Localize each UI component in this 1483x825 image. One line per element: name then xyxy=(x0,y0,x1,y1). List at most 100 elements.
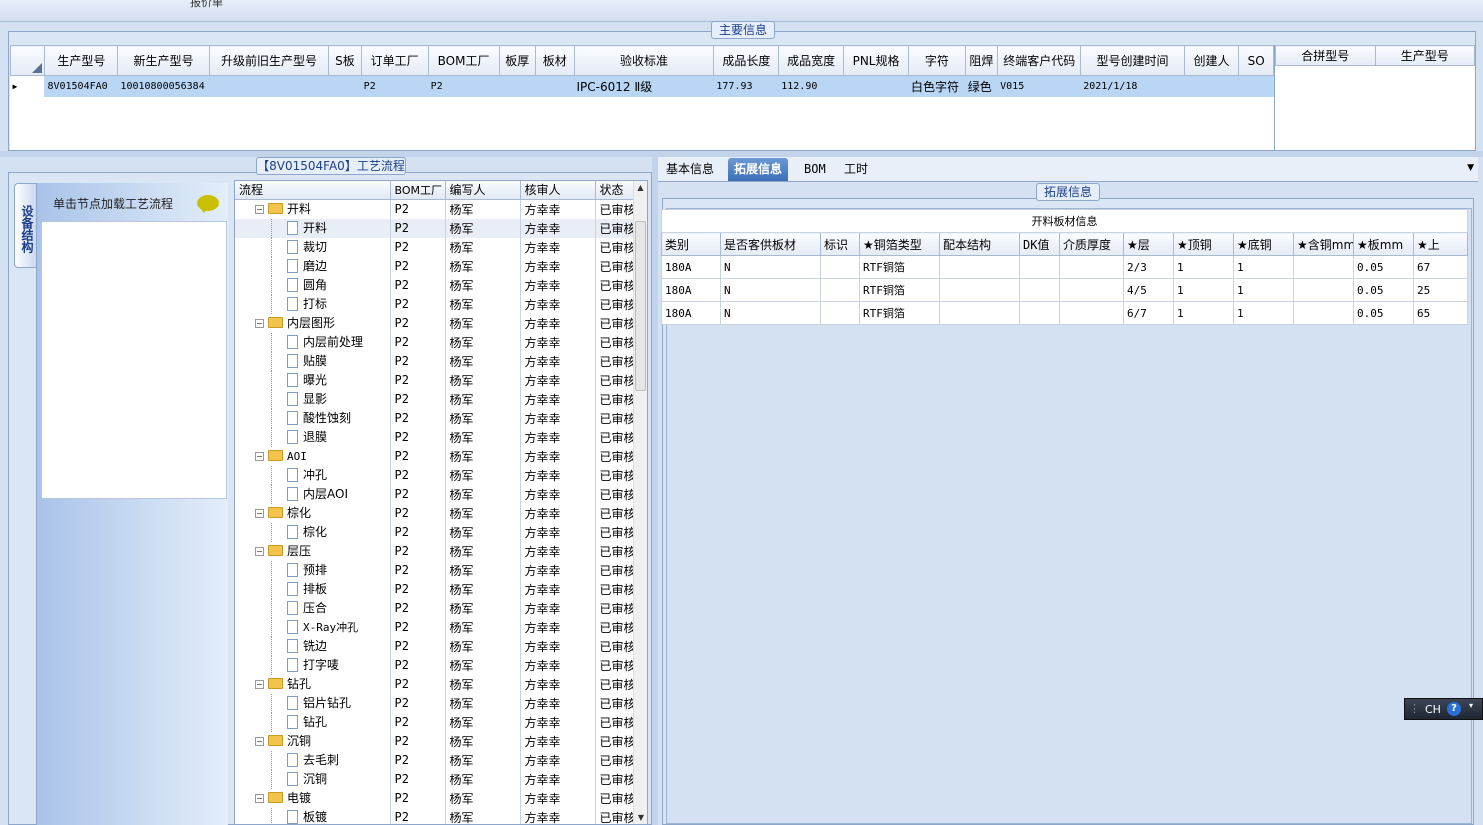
ext-cell[interactable] xyxy=(939,278,1020,302)
tree-row[interactable]: − 内层图形 P2 杨军 方幸幸 已审核 xyxy=(235,313,636,333)
ext-cell[interactable] xyxy=(1059,301,1124,325)
tree-row[interactable]: 钻孔 P2 杨军 方幸幸 已审核 xyxy=(235,712,636,732)
table-row[interactable]: 180A N RTF铜箔 6/7 1 1 0.05 65 xyxy=(661,301,1469,325)
main-cell[interactable] xyxy=(209,75,330,97)
tree-scrollbar[interactable]: ▲ ▼ xyxy=(633,181,647,824)
node-list[interactable] xyxy=(41,221,227,499)
ext-col-header[interactable]: 类别 xyxy=(661,232,721,256)
ext-col-header[interactable]: ★含铜mm xyxy=(1293,232,1354,256)
main-cell[interactable] xyxy=(499,75,537,97)
tree-row[interactable]: 开料 P2 杨军 方幸幸 已审核 xyxy=(235,218,636,238)
main-cell[interactable] xyxy=(535,75,575,97)
ext-cell[interactable]: N xyxy=(720,301,821,325)
production-model-header[interactable]: 生产型号 xyxy=(1374,45,1475,66)
ext-cell[interactable] xyxy=(1293,255,1354,279)
ext-col-header[interactable]: ★铜箔类型 xyxy=(859,232,940,256)
ext-col-header[interactable]: ★顶铜 xyxy=(1173,232,1234,256)
tree-row[interactable]: 裁切 P2 杨军 方幸幸 已审核 xyxy=(235,237,636,257)
ext-cell[interactable]: 67 xyxy=(1412,255,1469,279)
ext-cell[interactable]: 1 xyxy=(1173,301,1234,325)
main-col-header[interactable]: 阻焊 xyxy=(964,45,999,76)
tree-row[interactable]: 去毛刺 P2 杨军 方幸幸 已审核 xyxy=(235,750,636,770)
main-col-header[interactable]: SO xyxy=(1238,45,1274,76)
tree-row[interactable]: 内层前处理 P2 杨军 方幸幸 已审核 xyxy=(235,332,636,352)
main-col-header[interactable]: 新生产型号 xyxy=(117,45,210,76)
col-status[interactable]: 状态 xyxy=(595,181,636,200)
tree-row[interactable]: 沉铜 P2 杨军 方幸幸 已审核 xyxy=(235,769,636,789)
collapse-icon[interactable]: − xyxy=(255,204,264,214)
ime-language[interactable]: CH xyxy=(1425,703,1441,716)
tree-row[interactable]: − 棕化 P2 杨军 方幸幸 已审核 xyxy=(235,503,636,523)
main-cell[interactable]: IPC-6012 Ⅱ级 xyxy=(574,75,715,97)
main-cell[interactable]: 10010800056384 xyxy=(117,75,210,97)
main-col-header[interactable]: 板厚 xyxy=(498,45,537,76)
ext-cell[interactable]: RTF铜箔 xyxy=(859,278,940,302)
tree-row[interactable]: 贴膜 P2 杨军 方幸幸 已审核 xyxy=(235,351,636,371)
tab-dropdown-icon[interactable]: ▼ xyxy=(1467,163,1474,173)
tree-row[interactable]: 板镀 P2 杨军 方幸幸 已审核 xyxy=(235,807,636,824)
table-row[interactable]: 180A N RTF铜箔 4/5 1 1 0.05 25 xyxy=(661,278,1469,302)
tree-row[interactable]: 排板 P2 杨军 方幸幸 已审核 xyxy=(235,579,636,599)
main-cell[interactable]: P2 xyxy=(361,75,429,97)
tree-row[interactable]: 打标 P2 杨军 方幸幸 已审核 xyxy=(235,294,636,314)
main-col-header[interactable]: 型号创建时间 xyxy=(1080,45,1185,76)
vertical-splitter[interactable] xyxy=(652,157,658,825)
ext-cell[interactable]: 25 xyxy=(1412,278,1469,302)
main-col-header[interactable]: 板材 xyxy=(535,45,575,76)
ext-cell[interactable] xyxy=(1019,278,1060,302)
main-col-header[interactable]: 订单工厂 xyxy=(360,45,429,76)
tree-row[interactable]: 圆角 P2 杨军 方幸幸 已审核 xyxy=(235,275,636,295)
tree-row[interactable]: 显影 P2 杨军 方幸幸 已审核 xyxy=(235,389,636,409)
ext-cell[interactable]: 6/7 xyxy=(1123,301,1174,325)
collapse-icon[interactable]: − xyxy=(255,451,264,461)
ext-cell[interactable] xyxy=(1059,278,1124,302)
main-col-header[interactable]: PNL规格 xyxy=(843,45,909,76)
ext-cell[interactable] xyxy=(1059,255,1124,279)
ext-cell[interactable] xyxy=(820,278,860,302)
ext-col-header[interactable]: 配本结构 xyxy=(939,232,1020,256)
tree-row[interactable]: 酸性蚀刻 P2 杨军 方幸幸 已审核 xyxy=(235,408,636,428)
ext-cell[interactable] xyxy=(820,301,860,325)
ext-cell[interactable]: 180A xyxy=(661,301,721,325)
ext-cell[interactable]: 4/5 xyxy=(1123,278,1174,302)
scroll-down-icon[interactable]: ▼ xyxy=(634,813,647,822)
main-col-header[interactable]: 字符 xyxy=(907,45,966,76)
merged-model-header[interactable]: 合拼型号 xyxy=(1275,45,1376,66)
col-reviewer[interactable]: 核审人 xyxy=(520,181,596,200)
collapse-icon[interactable]: − xyxy=(255,679,264,689)
main-cell[interactable]: 白色字符 xyxy=(908,75,966,97)
main-cell[interactable]: 177.93 xyxy=(713,75,780,97)
ext-cell[interactable]: 0.05 xyxy=(1353,301,1414,325)
ext-cell[interactable]: N xyxy=(720,278,821,302)
tree-row[interactable]: 棕化 P2 杨军 方幸幸 已审核 xyxy=(235,522,636,542)
tree-row[interactable]: 打字唛 P2 杨军 方幸幸 已审核 xyxy=(235,655,636,675)
tree-row[interactable]: 压合 P2 杨军 方幸幸 已审核 xyxy=(235,598,636,618)
scroll-up-icon[interactable]: ▲ xyxy=(634,183,647,192)
tree-row[interactable]: 退膜 P2 杨军 方幸幸 已审核 xyxy=(235,427,636,447)
tab-work-hours[interactable]: 工时 xyxy=(838,158,874,181)
table-row[interactable]: ▶ 8V01504FA0 10010800056384 P2 P2 IPC-6012 Ⅱ级… xyxy=(10,75,1274,97)
tree-row[interactable]: X-Ray冲孔 P2 杨军 方幸幸 已审核 xyxy=(235,617,636,637)
ime-toolbar[interactable]: ⋮ CH ? ▾ xyxy=(1404,698,1483,720)
ext-cell[interactable] xyxy=(1293,301,1354,325)
tab-basic-info[interactable]: 基本信息 xyxy=(660,158,720,181)
collapse-icon[interactable]: − xyxy=(255,546,264,556)
ext-cell[interactable]: 1 xyxy=(1233,255,1294,279)
tree-row[interactable]: 磨边 P2 杨军 方幸幸 已审核 xyxy=(235,256,636,276)
main-col-header[interactable]: 成品宽度 xyxy=(778,45,845,76)
row-header-corner[interactable] xyxy=(9,45,46,76)
collapse-icon[interactable]: − xyxy=(255,736,264,746)
ext-col-header[interactable]: 是否客供板材 xyxy=(720,232,821,256)
tree-row[interactable]: 预排 P2 杨军 方幸幸 已审核 xyxy=(235,560,636,580)
ext-cell[interactable]: 180A xyxy=(661,278,721,302)
ext-cell[interactable]: RTF铜箔 xyxy=(859,255,940,279)
main-cell[interactable]: P2 xyxy=(428,75,500,97)
collapse-icon[interactable]: − xyxy=(255,793,264,803)
ext-cell[interactable]: RTF铜箔 xyxy=(859,301,940,325)
ext-col-header[interactable]: DK值 xyxy=(1019,232,1060,256)
ext-cell[interactable]: N xyxy=(720,255,821,279)
ext-cell[interactable] xyxy=(1019,255,1060,279)
ext-cell[interactable]: 1 xyxy=(1233,301,1294,325)
main-cell[interactable]: 8V01504FA0 xyxy=(44,75,119,97)
col-bom-factory[interactable]: BOM工厂 xyxy=(390,181,446,200)
